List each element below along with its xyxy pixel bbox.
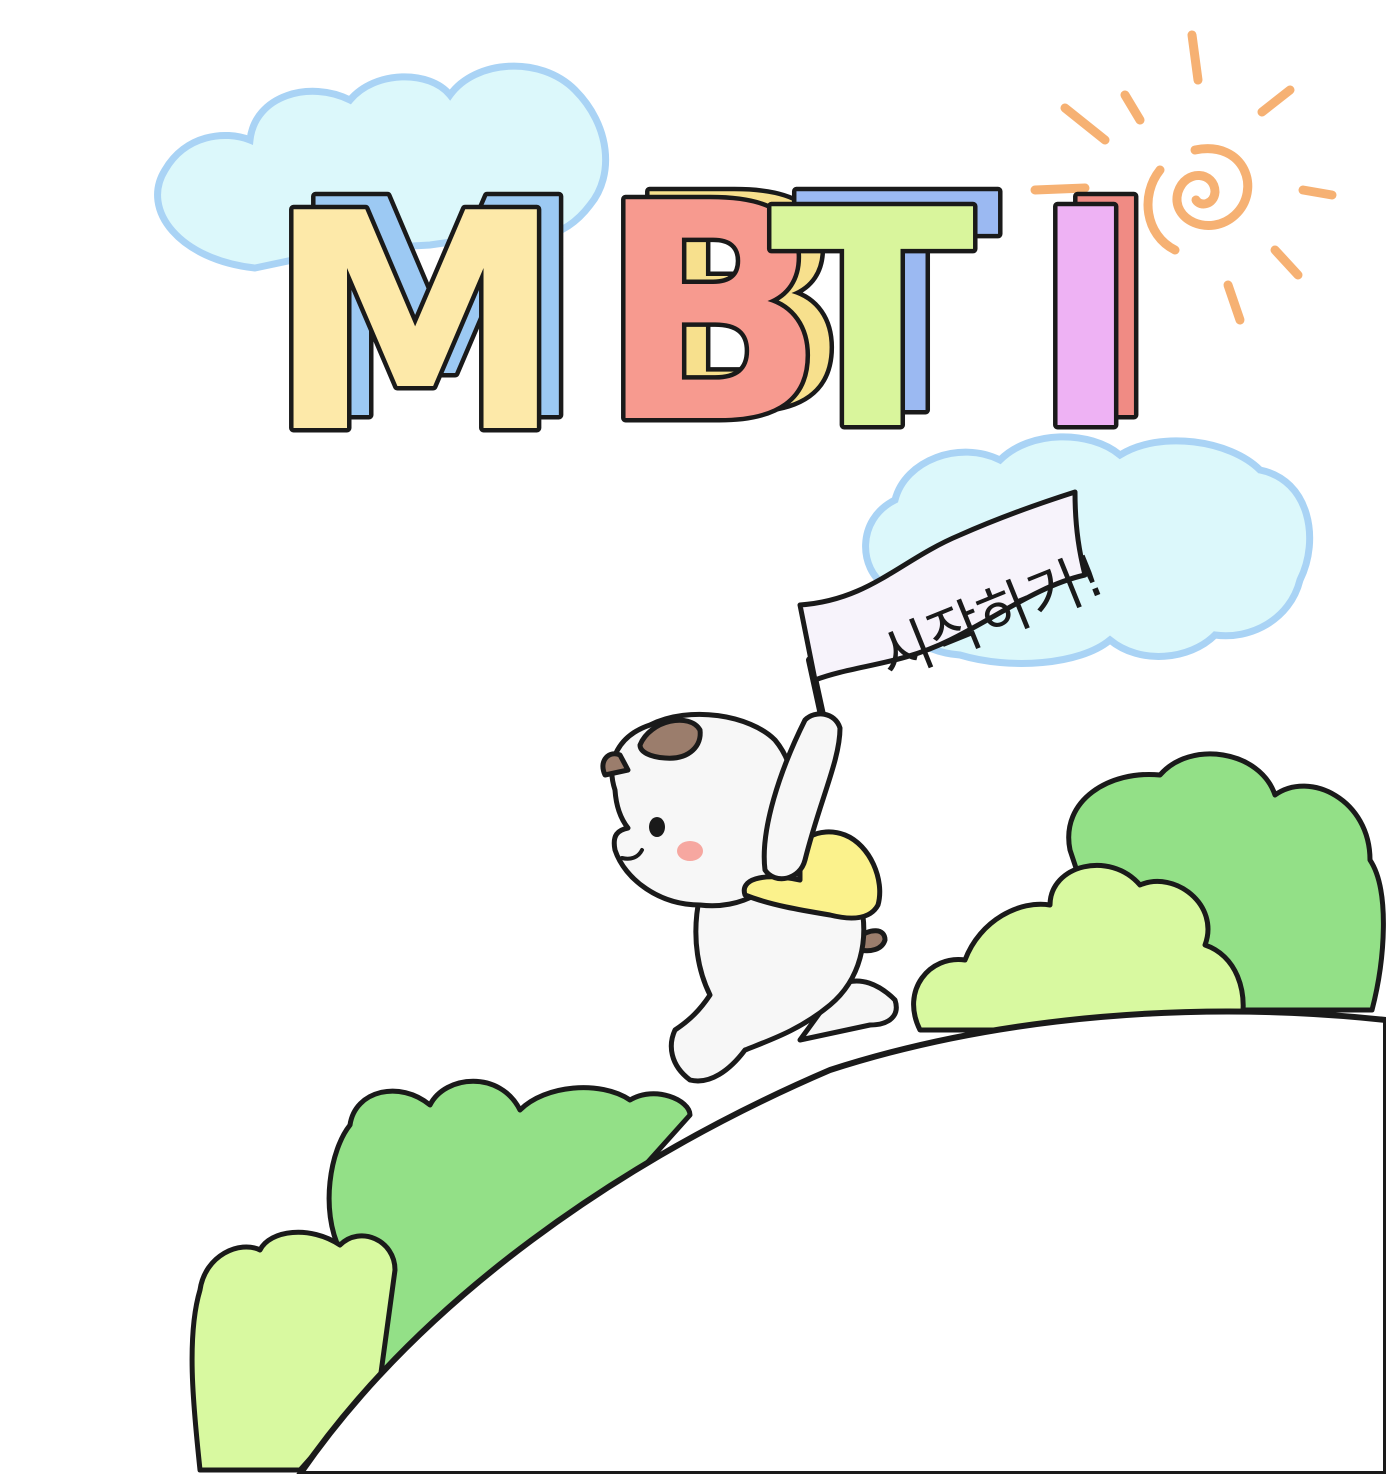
- intro-screen: M M B B T T I I 시작하기!: [0, 0, 1386, 1474]
- title-letter-m: M M: [262, 133, 592, 504]
- intro-illustration: M M B B T T I I 시작하기!: [154, 30, 1386, 1474]
- bush-icon: [911, 751, 1386, 1033]
- title-letter-t: T T: [766, 128, 1006, 501]
- letter-t: T: [770, 147, 976, 496]
- letter-m: M: [266, 150, 565, 499]
- character-icon: [600, 711, 899, 1084]
- title-letter-i: I I: [1026, 133, 1167, 501]
- letter-i: I: [1030, 147, 1142, 496]
